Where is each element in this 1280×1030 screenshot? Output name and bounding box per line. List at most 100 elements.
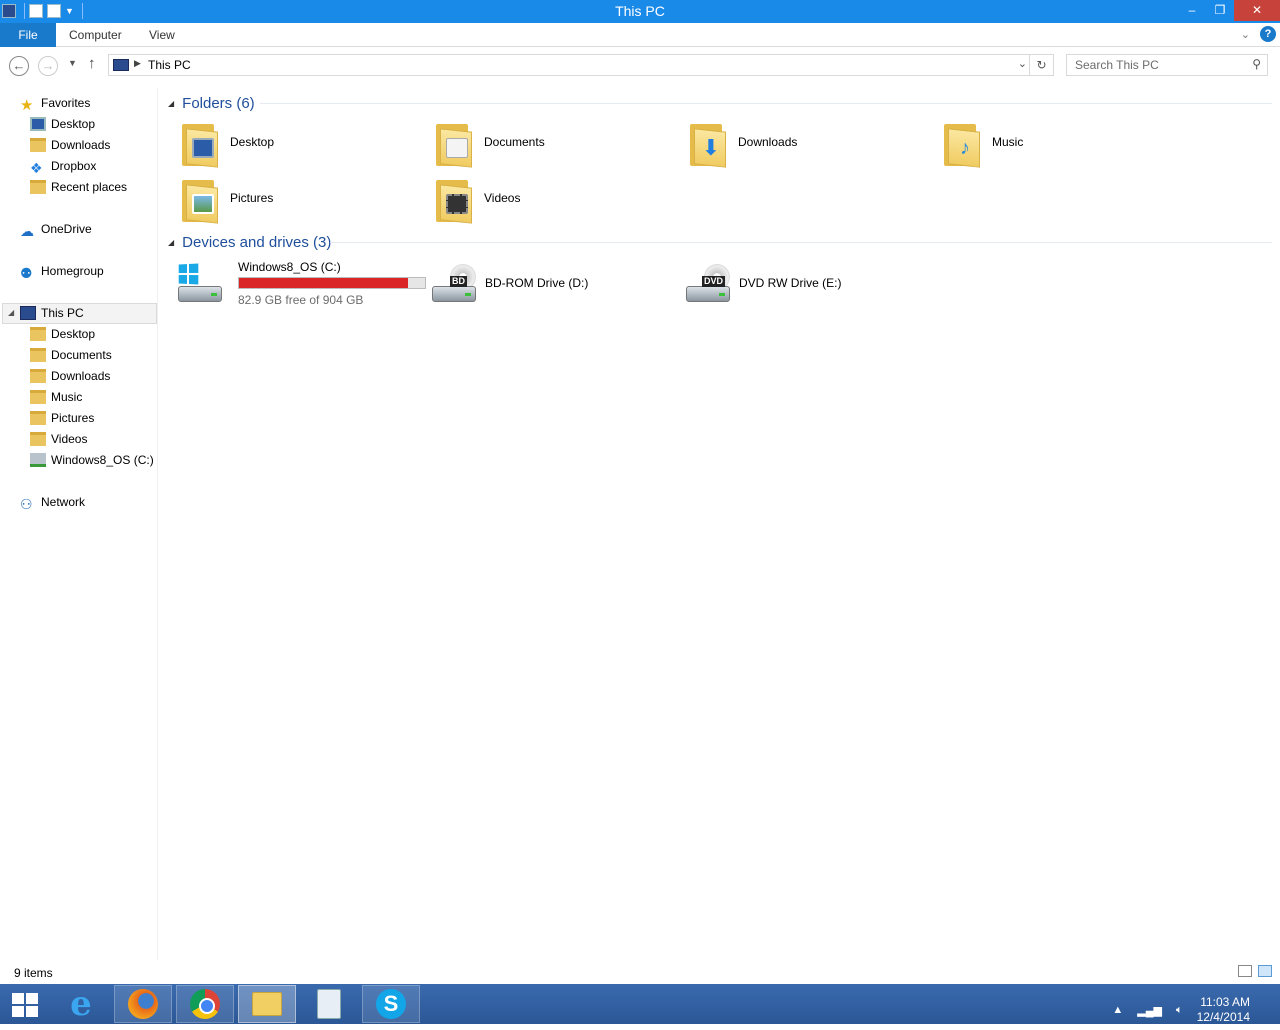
windows-logo-icon: [178, 263, 199, 285]
drive-tile-d[interactable]: BD BD-ROM Drive (D:): [430, 260, 678, 310]
show-hidden-icons-icon[interactable]: ▲: [1112, 1004, 1123, 1016]
back-button[interactable]: ←: [9, 56, 29, 76]
expand-ribbon-icon[interactable]: ⌄: [1241, 28, 1250, 41]
collapse-icon[interactable]: ◢: [168, 99, 174, 108]
item-count: 9 items: [14, 966, 53, 980]
chrome-icon: [190, 989, 220, 1019]
sidebar-item-pc-desktop[interactable]: Desktop: [30, 324, 95, 344]
refresh-button[interactable]: ↻: [1029, 55, 1053, 75]
group-divider: [260, 103, 1272, 104]
expand-arrow-icon[interactable]: ◢: [8, 308, 14, 317]
window-controls: – ❐ ✕: [1178, 0, 1280, 21]
cloud-icon: ☁: [20, 223, 34, 239]
search-icon[interactable]: ⚲: [1252, 57, 1261, 71]
large-icons-view-icon[interactable]: [1258, 965, 1272, 977]
breadcrumb-chevron-icon[interactable]: ▶: [134, 58, 141, 69]
file-explorer-icon: [252, 992, 282, 1016]
folders-group-header[interactable]: ◢ Folders (6): [168, 92, 255, 114]
drive-tile-e[interactable]: DVD DVD RW Drive (E:): [684, 260, 932, 310]
downloads-folder-icon: ⬇: [688, 120, 728, 168]
taskbar-chrome[interactable]: [176, 985, 234, 1023]
desktop-folder-icon: [180, 120, 220, 168]
collapse-icon[interactable]: ◢: [168, 238, 174, 247]
close-button[interactable]: ✕: [1234, 0, 1280, 21]
address-dropdown-icon[interactable]: ⌄: [1018, 57, 1027, 70]
pictures-folder-icon: [180, 176, 220, 224]
network-signal-icon[interactable]: ▂▄▆: [1137, 1004, 1162, 1017]
navigation-pane: ★ Favorites Desktop Downloads ❖ Dropbox Re…: [0, 88, 158, 960]
folder-tile-documents[interactable]: Documents: [434, 118, 674, 174]
network-icon: ⚇: [20, 496, 33, 512]
taskbar-firefox[interactable]: [114, 985, 172, 1023]
drive-tile-c[interactable]: Windows8_OS (C:) 82.9 GB free of 904 GB: [176, 260, 426, 310]
music-folder-icon: ♪: [942, 120, 982, 168]
sidebar-item-recent-places[interactable]: Recent places: [30, 177, 127, 197]
recent-places-icon: [30, 180, 46, 194]
calculator-icon: [317, 989, 341, 1019]
folder-tile-pictures[interactable]: Pictures: [180, 174, 420, 230]
pc-icon: [113, 59, 129, 71]
skype-icon: S: [376, 989, 406, 1019]
devices-group-header[interactable]: ◢ Devices and drives (3): [168, 231, 331, 253]
folder-icon: [30, 432, 46, 446]
folder-tile-downloads[interactable]: ⬇ Downloads: [688, 118, 928, 174]
dropbox-icon: ❖: [30, 160, 43, 176]
tab-computer[interactable]: Computer: [69, 23, 122, 47]
desktop-icon: [30, 117, 46, 131]
breadcrumb-this-pc[interactable]: This PC: [148, 58, 191, 72]
address-bar[interactable]: ▶ This PC ⌄ ↻: [108, 54, 1054, 76]
sidebar-item-pc-music[interactable]: Music: [30, 387, 82, 407]
folder-tile-videos[interactable]: Videos: [434, 174, 674, 230]
documents-folder-icon: [434, 120, 474, 168]
sidebar-item-downloads[interactable]: Downloads: [30, 135, 110, 155]
taskbar-file-explorer[interactable]: [238, 985, 296, 1023]
start-button[interactable]: [12, 993, 38, 1017]
details-view-icon[interactable]: [1238, 965, 1252, 977]
folder-icon: [30, 369, 46, 383]
tab-view[interactable]: View: [149, 23, 175, 47]
folder-tile-music[interactable]: ♪ Music: [942, 118, 1182, 174]
up-button[interactable]: ↑: [88, 55, 96, 72]
taskbar-calculator[interactable]: [300, 985, 358, 1023]
sidebar-item-pc-drive-c[interactable]: Windows8_OS (C:): [30, 450, 154, 470]
help-icon[interactable]: ?: [1260, 26, 1276, 42]
drive-icon: [30, 453, 46, 467]
sidebar-item-network[interactable]: ⚇ Network: [20, 492, 85, 512]
system-tray: ▲ ▂▄▆ 🔈︎ 11:03 AM 12/4/2014: [1112, 990, 1270, 1030]
taskbar-internet-explorer[interactable]: e: [52, 985, 110, 1023]
recent-locations-icon[interactable]: ▼: [68, 58, 77, 68]
title-bar: ▼ This PC – ❐ ✕: [0, 0, 1280, 23]
sidebar-item-pc-documents[interactable]: Documents: [30, 345, 112, 365]
maximize-button[interactable]: ❐: [1206, 0, 1234, 21]
drive-usage-fill: [239, 278, 408, 288]
sidebar-item-onedrive[interactable]: ☁ OneDrive: [20, 219, 92, 239]
sidebar-item-favorites[interactable]: ★ Favorites: [20, 93, 90, 114]
downloads-icon: [30, 138, 46, 152]
sidebar-item-this-pc[interactable]: This PC: [20, 303, 84, 323]
taskbar-skype[interactable]: S: [362, 985, 420, 1023]
sidebar-item-desktop[interactable]: Desktop: [30, 114, 95, 134]
sidebar-item-pc-pictures[interactable]: Pictures: [30, 408, 94, 428]
pc-icon: [20, 306, 36, 320]
sidebar-item-homegroup[interactable]: ⚉ Homegroup: [20, 261, 104, 281]
taskbar: e S ▲ ▂▄▆ 🔈︎ 11:03 AM 12/4/2014: [0, 984, 1280, 1024]
folder-tile-desktop[interactable]: Desktop: [180, 118, 420, 174]
navigation-bar: ← → ▼ ↑ ▶ This PC ⌄ ↻ Search This PC ⚲: [0, 48, 1280, 82]
show-desktop-button[interactable]: [1264, 990, 1270, 1030]
minimize-button[interactable]: –: [1178, 0, 1206, 21]
clock[interactable]: 11:03 AM 12/4/2014: [1197, 995, 1250, 1025]
sidebar-item-pc-videos[interactable]: Videos: [30, 429, 87, 449]
forward-button[interactable]: →: [38, 56, 58, 76]
status-bar: 9 items: [0, 960, 1280, 984]
os-drive-icon: [176, 263, 224, 308]
star-icon: ★: [20, 97, 34, 114]
folder-icon: [30, 348, 46, 362]
drive-usage-bar: [238, 277, 426, 289]
search-placeholder: Search This PC: [1075, 58, 1159, 72]
dvd-rw-drive-icon: DVD: [684, 264, 732, 308]
search-input[interactable]: Search This PC ⚲: [1066, 54, 1268, 76]
volume-icon[interactable]: 🔈︎: [1176, 1004, 1183, 1017]
sidebar-item-pc-downloads[interactable]: Downloads: [30, 366, 110, 386]
tab-file[interactable]: File: [0, 23, 56, 47]
sidebar-item-dropbox[interactable]: ❖ Dropbox: [30, 156, 96, 176]
